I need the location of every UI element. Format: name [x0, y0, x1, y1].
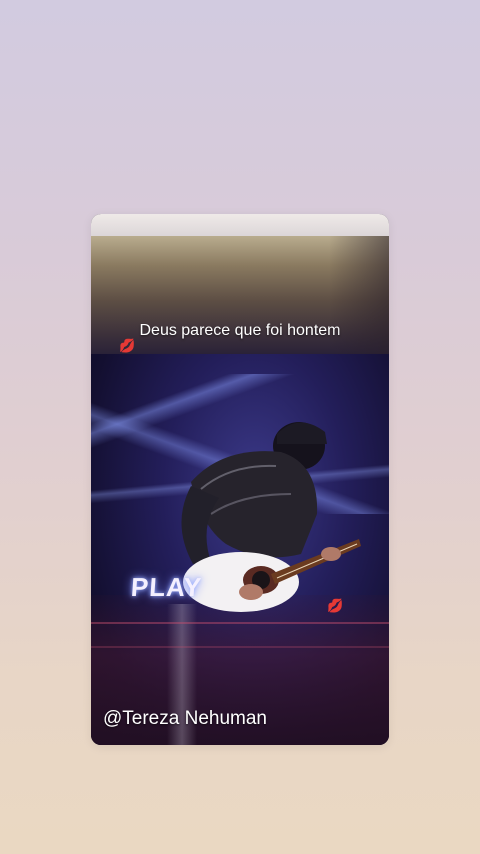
lips-sticker-icon: 💋: [119, 338, 136, 353]
progress-strip: [91, 214, 389, 236]
story-caption: Deus parece que foi hontem: [139, 322, 341, 339]
lips-sticker-icon: 💋: [327, 598, 344, 613]
video-frame[interactable]: 💋 💋 PLAY @Tereza Nehuman: [91, 338, 389, 745]
caption-band: Deus parece que foi hontem: [91, 236, 389, 354]
story-card[interactable]: Deus parece que foi hontem 💋 💋 PLAY @Ter…: [91, 214, 389, 745]
play-overlay-label: PLAY: [129, 572, 204, 602]
glitch-line: [91, 622, 389, 624]
author-handle[interactable]: @Tereza Nehuman: [103, 708, 267, 730]
glitch-line: [91, 646, 389, 648]
